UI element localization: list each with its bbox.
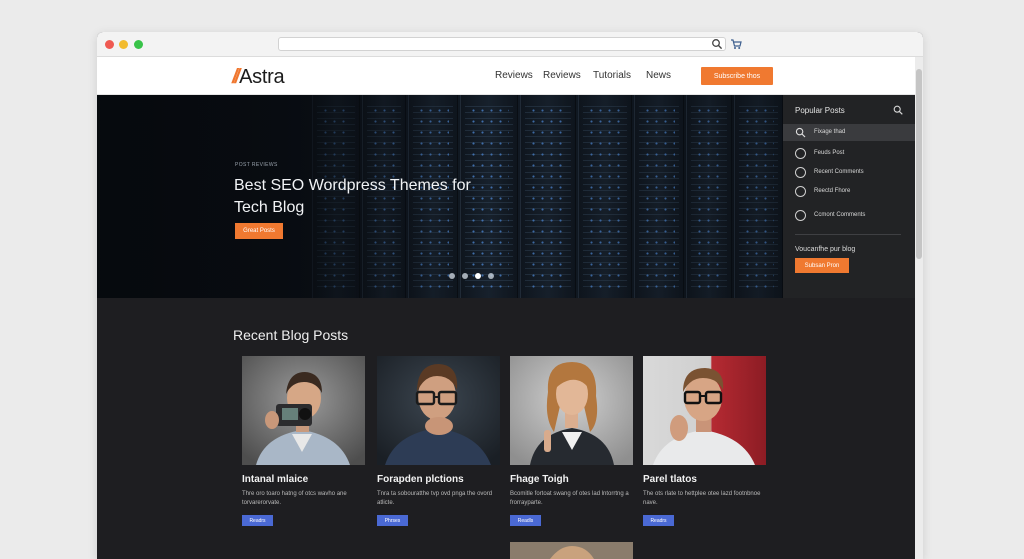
subscribe-heading: Voucanfhe pur blog	[795, 246, 856, 253]
clock-icon	[795, 148, 806, 159]
post-title[interactable]: Intanal mlaice	[242, 474, 308, 485]
page-scrollbar[interactable]	[915, 57, 923, 559]
read-more-button[interactable]: Readrs	[242, 515, 273, 526]
hero-kicker: POST REVIEWS	[235, 162, 278, 168]
read-more-button[interactable]: Readrs	[643, 515, 674, 526]
close-window-button[interactable]	[105, 40, 114, 49]
post-excerpt: Bcomitle fortoat swang of otes lad lntor…	[510, 491, 629, 506]
sidebar-item-feuds[interactable]: Feuds Post	[783, 145, 915, 162]
post-title[interactable]: Parel tlatos	[643, 474, 697, 485]
carousel-dot-3[interactable]	[475, 273, 481, 279]
hero-read-button[interactable]: Great Posts	[235, 223, 283, 239]
nav-link-reviews[interactable]: Reviews	[495, 70, 533, 81]
carousel-dot-1[interactable]	[449, 273, 455, 279]
read-more-button[interactable]: Phrses	[377, 515, 408, 526]
clock-icon	[795, 210, 806, 221]
search-icon[interactable]	[711, 38, 723, 50]
post-thumbnail[interactable]	[377, 356, 500, 465]
sidebar-item-recent-comments[interactable]: Recent Comments	[783, 164, 915, 181]
search-icon	[795, 127, 806, 138]
hero-slider: POST REVIEWS Best SEO Wordpress Themes f…	[97, 95, 783, 298]
browser-chrome	[97, 32, 923, 57]
post-card[interactable]: Fhage Toigh Bcomitle fortoat swang of ot…	[510, 356, 633, 526]
nav-link-reviews-2[interactable]: Reviews	[543, 70, 581, 81]
post-excerpt: Tnra ta sobouratthe tvp ovd pnga the ovo…	[377, 491, 493, 506]
read-more-button[interactable]: Readls	[510, 515, 541, 526]
minimize-window-button[interactable]	[119, 40, 128, 49]
post-thumbnail[interactable]	[643, 356, 766, 465]
nav-link-news[interactable]: News	[646, 70, 671, 81]
post-card[interactable]: Parel tlatos The ots rlate to hettplee o…	[643, 356, 766, 526]
maximize-window-button[interactable]	[134, 40, 143, 49]
post-excerpt: Thre oro toaro hatng of otcs wavho ane t…	[242, 491, 347, 506]
sidebar-divider	[795, 234, 901, 235]
post-card[interactable]: Forapden plctions Tnra ta sobouratthe tv…	[377, 356, 500, 526]
search-icon[interactable]	[893, 105, 903, 115]
carousel-dot-2[interactable]	[462, 273, 468, 279]
clock-icon	[795, 186, 806, 197]
browser-window: //Astra Reviews Reviews Tutorials News S…	[97, 32, 923, 559]
subscribe-button[interactable]: Subscribe thos	[701, 67, 773, 85]
clock-icon	[795, 167, 806, 178]
carousel-dots	[449, 273, 494, 279]
next-post-thumbnail[interactable]	[510, 542, 633, 559]
hero-title[interactable]: Best SEO Wordpress Themes for Tech Blog	[234, 175, 474, 219]
post-title[interactable]: Fhage Toigh	[510, 474, 569, 485]
sidebar-item-fixage[interactable]: Fixage thad	[783, 124, 915, 141]
nav-link-tutorials[interactable]: Tutorials	[593, 70, 631, 81]
post-card[interactable]: Intanal mlaice Thre oro toaro hatng of o…	[242, 356, 365, 526]
sidebar: Popular Posts Fixage thad Feuds Post Rec…	[783, 95, 915, 298]
post-excerpt: The ots rlate to hettplee otee lazd foot…	[643, 491, 761, 506]
section-title: Recent Blog Posts	[233, 327, 349, 343]
site-header: //Astra Reviews Reviews Tutorials News S…	[97, 57, 915, 95]
sidebar-item-ccmont-comments[interactable]: Ccmont Comments	[783, 207, 915, 224]
post-thumbnail[interactable]	[510, 356, 633, 465]
cart-icon[interactable]	[730, 38, 742, 50]
recent-posts-section: Recent Blog Posts Intanal mlaice Thre or…	[97, 298, 915, 559]
site-logo[interactable]: //Astra	[232, 66, 285, 89]
address-bar[interactable]	[278, 37, 726, 51]
scrollbar-thumb[interactable]	[916, 69, 922, 259]
post-thumbnail[interactable]	[242, 356, 365, 465]
sidebar-item-reectd[interactable]: Reectd Fhore	[783, 183, 915, 200]
sidebar-subscribe-button[interactable]: Subsan Pron	[795, 258, 849, 273]
sidebar-title: Popular Posts	[795, 106, 845, 115]
post-title[interactable]: Forapden plctions	[377, 474, 464, 485]
carousel-dot-4[interactable]	[488, 273, 494, 279]
